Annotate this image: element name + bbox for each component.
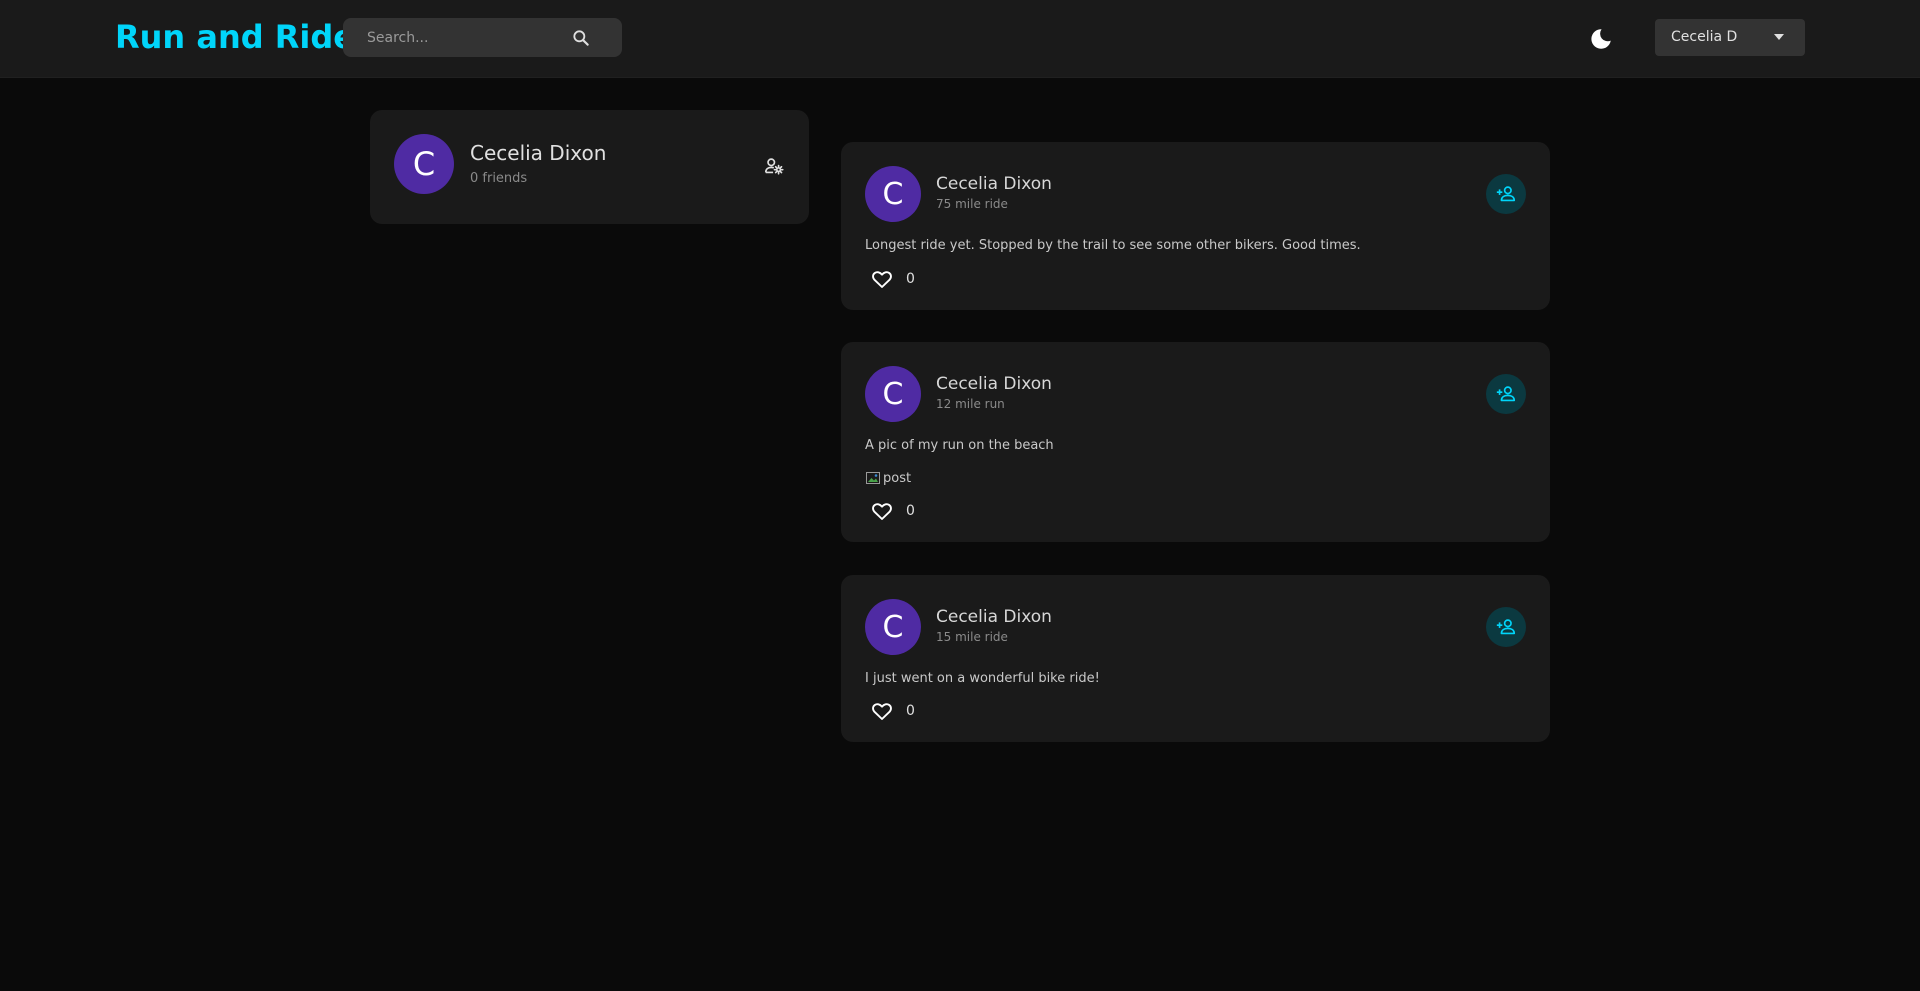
post-location: 12 mile run <box>936 397 1005 411</box>
heart-outline-icon[interactable] <box>870 499 894 523</box>
post-card: C Cecelia Dixon 15 mile ride I just went… <box>841 575 1550 742</box>
add-friend-button[interactable] <box>1486 607 1526 647</box>
like-count: 0 <box>906 503 915 519</box>
post-location: 15 mile ride <box>936 630 1008 644</box>
broken-image-icon <box>866 472 880 484</box>
navbar: Run and Ride Cecelia D <box>0 0 1920 78</box>
post-description: Longest ride yet. Stopped by the trail t… <box>865 238 1361 253</box>
post-image-alt: post <box>883 470 912 486</box>
post-description: A pic of my run on the beach <box>865 438 1054 453</box>
post-author-name[interactable]: Cecelia Dixon <box>936 607 1052 627</box>
user-name[interactable]: Cecelia Dixon <box>470 141 606 165</box>
search-icon[interactable] <box>571 28 591 48</box>
heart-outline-icon[interactable] <box>870 267 894 291</box>
avatar[interactable]: C <box>865 599 921 655</box>
person-add-icon <box>1496 386 1516 402</box>
search-input[interactable] <box>367 18 567 57</box>
post-image: post <box>865 470 911 486</box>
user-dropdown-label: Cecelia D <box>1671 29 1738 45</box>
like-count: 0 <box>906 703 915 719</box>
post-location: 75 mile ride <box>936 197 1008 211</box>
friend-count: 0 friends <box>470 171 528 186</box>
person-add-icon <box>1496 619 1516 635</box>
user-widget: C Cecelia Dixon 0 friends <box>370 110 809 224</box>
search-box <box>343 18 622 57</box>
like-count: 0 <box>906 271 915 287</box>
avatar[interactable]: C <box>394 134 454 194</box>
post-card: C Cecelia Dixon 12 mile run A pic of my … <box>841 342 1550 542</box>
avatar[interactable]: C <box>865 366 921 422</box>
caret-down-icon <box>1774 34 1784 40</box>
avatar[interactable]: C <box>865 166 921 222</box>
app-logo[interactable]: Run and Ride <box>115 18 355 56</box>
post-description: I just went on a wonderful bike ride! <box>865 671 1100 686</box>
add-friend-button[interactable] <box>1486 374 1526 414</box>
person-add-icon <box>1496 186 1516 202</box>
user-dropdown[interactable]: Cecelia D <box>1655 19 1805 56</box>
moon-icon[interactable] <box>1588 26 1614 52</box>
post-card: C Cecelia Dixon 75 mile ride Longest rid… <box>841 142 1550 310</box>
manage-accounts-icon[interactable] <box>763 155 785 177</box>
heart-outline-icon[interactable] <box>870 699 894 723</box>
post-author-name[interactable]: Cecelia Dixon <box>936 374 1052 394</box>
add-friend-button[interactable] <box>1486 174 1526 214</box>
post-author-name[interactable]: Cecelia Dixon <box>936 174 1052 194</box>
